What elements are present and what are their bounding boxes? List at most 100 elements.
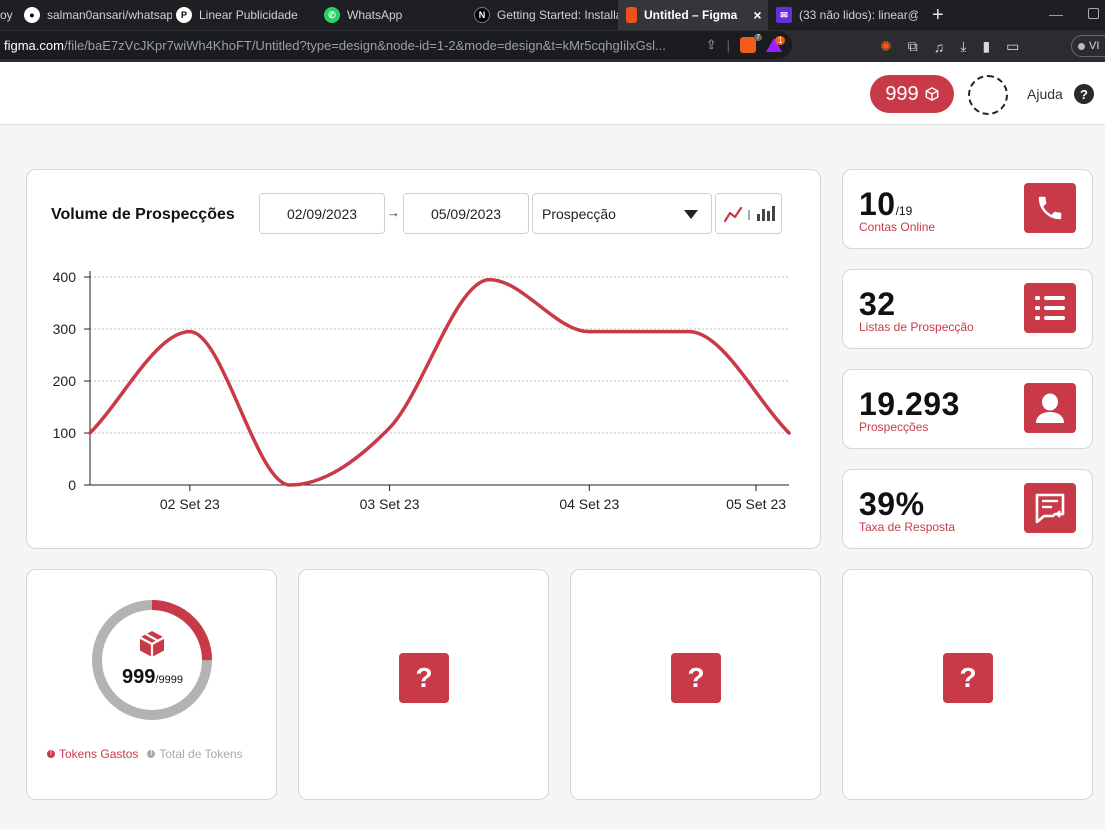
end-date-input[interactable]: 05/09/2023 (403, 193, 529, 234)
stat-label: Contas Online (859, 220, 936, 234)
legend-total-label: Total de Tokens (159, 747, 243, 761)
share-icon[interactable]: ⇪ (706, 37, 717, 53)
token-balance-badge[interactable]: 999 (870, 75, 954, 113)
question-icon[interactable]: ? (671, 653, 721, 703)
close-icon[interactable]: × (753, 7, 761, 23)
tab-nextjs[interactable]: N Getting Started: Installa (470, 0, 618, 30)
app-header: 999 Ajuda ? (0, 62, 1105, 125)
chart-toggle-icons (723, 206, 775, 223)
help-icon[interactable]: ? (1074, 84, 1094, 104)
help-link[interactable]: Ajuda (1027, 86, 1063, 102)
stat-value: 39% (859, 486, 925, 522)
phone-icon (1024, 183, 1076, 233)
tokens-used-value: 999 (122, 666, 156, 688)
extensions-icon[interactable]: ⧉ (908, 38, 918, 55)
tab-label: salman0ansari/whatsap (47, 8, 172, 22)
legend-used-label: Tokens Gastos (59, 747, 139, 761)
tab-mail[interactable]: ✉ (33 não lidos): linear@ (768, 0, 918, 30)
whatsapp-icon: ✆ (324, 7, 340, 23)
stat-suffix: /19 (895, 204, 913, 218)
stat-label: Taxa de Resposta (859, 520, 956, 534)
browser-toolbar: ✺ ⧉ ♫ ⤓ ▮ ▭ (880, 38, 1019, 55)
stat-value: 19.293 (859, 386, 960, 422)
question-icon[interactable]: ? (943, 653, 993, 703)
x-tick-label: 05 Set 23 (726, 496, 786, 512)
url-host: figma.com (4, 37, 64, 53)
user-icon (1024, 383, 1076, 433)
line-chart-icon[interactable] (723, 206, 743, 223)
placeholder-card: ? (298, 569, 549, 800)
chart-type-toggle (715, 193, 782, 234)
browser-tab-bar: oy ● salman0ansari/whatsap P Linear Publ… (0, 0, 1105, 30)
placeholder-card: ? (570, 569, 821, 800)
x-tick-label: 03 Set 23 (360, 496, 420, 512)
tab-whatsapp[interactable]: ✆ WhatsApp (320, 0, 470, 30)
new-tab-icon[interactable]: + (932, 4, 944, 27)
metric-select-value: Prospecção (542, 205, 616, 222)
extension-fox-icon[interactable]: ✺ (880, 38, 892, 55)
browser-address-bar: figma.com/file/baE7zVcJKpr7wiWh4KhoFT/Un… (0, 30, 1105, 62)
legend-used-icon: ! (47, 750, 55, 758)
stat-card-accounts: 10/19 Contas Online (842, 169, 1093, 249)
mail-icon: ✉ (776, 7, 792, 23)
placeholder-card: ? (842, 569, 1093, 800)
x-tick-label: 02 Set 23 (160, 496, 220, 512)
stat-card-response-rate: 39% Taxa de Resposta (842, 469, 1093, 549)
reply-icon (1024, 483, 1076, 533)
url-path: /file/baE7zVcJKpr7wiWh4KhoFT/Untitled?ty… (63, 37, 666, 53)
rewards-icon[interactable]: 1 (766, 36, 786, 52)
start-date-input[interactable]: 02/09/2023 (259, 193, 385, 234)
stat-label: Prospecções (859, 420, 929, 434)
y-tick-label: 200 (53, 373, 77, 389)
y-tick-label: 100 (53, 425, 77, 441)
prospection-chart-card: 0 100 200 300 400 02 Set 23 03 Set 23 04 Set 23… (26, 169, 821, 549)
minimize-icon[interactable]: — (1049, 6, 1063, 22)
tab-label: WhatsApp (347, 8, 403, 22)
tab-figma[interactable]: Untitled – Figma × (618, 0, 768, 30)
nextjs-icon: N (474, 7, 490, 23)
question-icon[interactable]: ? (399, 653, 449, 703)
stat-value: 10/19 (859, 186, 912, 223)
wallet-icon[interactable]: ▭ (1006, 38, 1019, 55)
url-actions: ⇪ | 7 1 (706, 34, 786, 53)
date-range-arrow: → (387, 205, 400, 220)
tab-label: Getting Started: Installa (497, 8, 618, 22)
tab-linear[interactable]: P Linear Publicidade (172, 0, 320, 30)
vpn-button[interactable]: VI (1071, 35, 1105, 57)
tokens-legend: ! Tokens Gastos ! Total de Tokens (47, 747, 243, 761)
github-icon: ● (24, 7, 40, 23)
cube-icon (925, 87, 939, 101)
cube-icon (139, 631, 165, 657)
maximize-icon[interactable] (1088, 8, 1099, 19)
x-tick-label: 04 Set 23 (559, 496, 619, 512)
tab-label: Untitled – Figma (644, 8, 738, 22)
tab-label: (33 não lidos): linear@ (799, 8, 918, 22)
figma-icon (626, 7, 637, 23)
sidebar-icon[interactable]: ▮ (982, 38, 990, 55)
tokens-used-count: 999/9999 (27, 666, 278, 689)
y-tick-label: 0 (68, 477, 76, 493)
legend-item-used: ! Tokens Gastos (47, 747, 138, 761)
list-icon (1024, 283, 1076, 333)
tab-partial[interactable]: oy (0, 0, 14, 30)
music-icon[interactable]: ♫ (934, 39, 945, 55)
legend-item-total: ! Total de Tokens (147, 747, 243, 761)
tab-github[interactable]: ● salman0ansari/whatsap (14, 0, 172, 30)
avatar[interactable] (968, 75, 1008, 115)
tokens-total-value: /9999 (155, 674, 183, 686)
vpn-label: VI (1089, 40, 1100, 52)
brave-shields-icon[interactable]: 7 (740, 34, 762, 53)
legend-total-icon: ! (147, 750, 156, 758)
metric-select[interactable]: Prospecção (532, 193, 712, 234)
stat-card-prospections: 19.293 Prospecções (842, 369, 1093, 449)
url-field[interactable]: figma.com/file/baE7zVcJKpr7wiWh4KhoFT/Un… (0, 31, 792, 59)
caret-down-icon (684, 210, 698, 219)
bar-chart-icon[interactable] (757, 206, 775, 221)
stat-label: Listas de Prospecção (859, 320, 974, 334)
download-icon[interactable]: ⤓ (960, 38, 966, 55)
tab-label: oy (0, 8, 13, 22)
linear-icon: P (176, 7, 192, 23)
vpn-status-icon (1078, 42, 1085, 50)
stat-number: 10 (859, 186, 896, 222)
divider: | (726, 37, 730, 53)
